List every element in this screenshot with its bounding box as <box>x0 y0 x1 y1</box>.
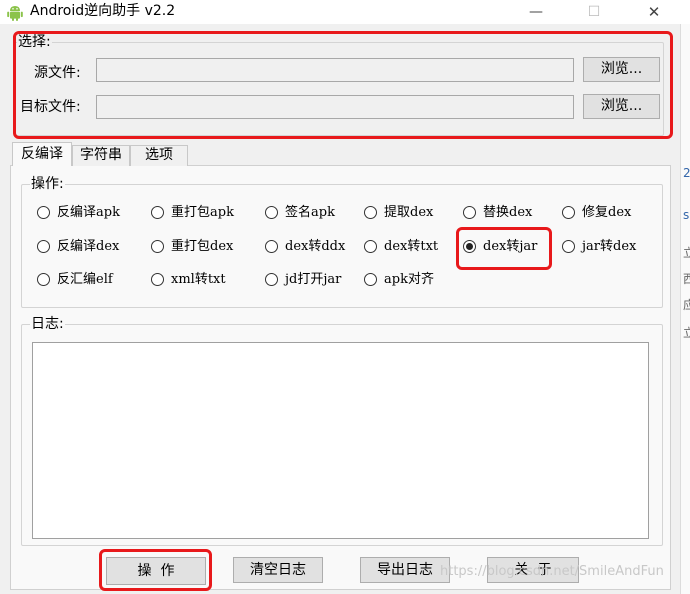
export-log-button[interactable]: 导出日志 <box>360 557 450 583</box>
radio-circle <box>562 240 575 253</box>
radio-apk-align[interactable]: apk对齐 <box>364 270 454 290</box>
select-groupbox <box>14 42 664 136</box>
radio-disassemble-elf[interactable]: 反汇编elf <box>37 270 137 290</box>
radio-replace-dex[interactable]: 替换dex <box>463 203 553 223</box>
radio-circle <box>562 206 575 219</box>
browse-target-label: 浏览... <box>600 98 643 114</box>
radio-label: 修复dex <box>582 205 632 220</box>
browse-target-button[interactable]: 浏览... <box>583 94 660 119</box>
radio-label: 提取dex <box>384 205 434 220</box>
radio-circle <box>37 240 50 253</box>
radio-decompile-apk[interactable]: 反编译apk <box>37 203 137 223</box>
strip-text: 应 <box>683 298 690 312</box>
source-file-input[interactable] <box>96 58 574 82</box>
radio-label: jar转dex <box>582 239 637 254</box>
strip-text: 西 <box>683 272 690 286</box>
radio-circle <box>265 206 278 219</box>
window-title: Android逆向助手 v2.2 <box>30 3 176 19</box>
radio-label: jd打开jar <box>285 272 342 287</box>
target-file-input[interactable] <box>96 95 574 119</box>
radio-circle <box>265 273 278 286</box>
operate-button[interactable]: 操 作 <box>106 557 206 585</box>
radio-circle <box>364 240 377 253</box>
clear-log-button[interactable]: 清空日志 <box>233 557 323 583</box>
radio-circle <box>151 240 164 253</box>
maximize-button[interactable]: ☐ <box>580 2 608 22</box>
radio-dex-to-jar[interactable]: dex转jar <box>463 237 553 257</box>
radio-label: 反编译dex <box>57 239 120 254</box>
radio-extract-dex[interactable]: 提取dex <box>364 203 454 223</box>
radio-circle <box>265 240 278 253</box>
operation-group-legend: 操作: <box>30 176 65 192</box>
browse-source-button[interactable]: 浏览... <box>583 57 660 82</box>
radio-jar-to-dex[interactable]: jar转dex <box>562 237 652 257</box>
radio-label: dex转txt <box>384 239 439 254</box>
watermark-text: https://blog.csdn.net/SmileAndFun <box>440 564 664 579</box>
android-icon <box>7 6 23 21</box>
radio-repair-dex[interactable]: 修复dex <box>562 203 652 223</box>
source-file-label: 源文件: <box>34 65 81 81</box>
radio-jd-open-jar[interactable]: jd打开jar <box>265 270 360 290</box>
radio-label: 反汇编elf <box>57 272 113 287</box>
radio-xml-to-txt[interactable]: xml转txt <box>151 270 251 290</box>
target-file-label: 目标文件: <box>20 99 81 115</box>
radio-label: 重打包dex <box>171 239 234 254</box>
radio-label: dex转jar <box>483 239 538 254</box>
radio-repack-dex[interactable]: 重打包dex <box>151 237 251 257</box>
tab-decompile[interactable]: 反编译 <box>12 142 72 166</box>
clear-log-button-label: 清空日志 <box>250 562 306 578</box>
radio-circle <box>151 206 164 219</box>
radio-dex-to-ddx[interactable]: dex转ddx <box>265 237 355 257</box>
radio-decompile-dex[interactable]: 反编译dex <box>37 237 137 257</box>
title-bar: Android逆向助手 v2.2 — ☐ ✕ <box>0 0 690 24</box>
radio-circle <box>364 273 377 286</box>
radio-label: dex转ddx <box>285 239 346 254</box>
radio-sign-apk[interactable]: 签名apk <box>265 203 355 223</box>
operate-button-label: 操 作 <box>137 563 175 579</box>
radio-dex-to-txt[interactable]: dex转txt <box>364 237 454 257</box>
log-group-legend: 日志: <box>30 316 65 332</box>
radio-repack-apk[interactable]: 重打包apk <box>151 203 251 223</box>
radio-circle <box>37 273 50 286</box>
radio-label: 反编译apk <box>57 205 120 220</box>
select-group-legend: 选择: <box>17 34 52 50</box>
browse-source-label: 浏览... <box>600 61 643 77</box>
radio-label: apk对齐 <box>384 272 434 287</box>
radio-label: 签名apk <box>285 205 335 220</box>
strip-text: 2 <box>683 166 690 180</box>
strip-text: s <box>683 208 690 222</box>
radio-circle <box>37 206 50 219</box>
radio-label: 替换dex <box>483 205 533 220</box>
radio-circle <box>463 206 476 219</box>
radio-circle <box>364 206 377 219</box>
strip-text: 立 <box>683 246 690 260</box>
close-button[interactable]: ✕ <box>640 2 668 22</box>
log-textarea[interactable] <box>32 342 649 539</box>
radio-label: 重打包apk <box>171 205 234 220</box>
tab-options[interactable]: 选项 <box>130 145 188 166</box>
export-log-button-label: 导出日志 <box>377 562 433 578</box>
radio-label: xml转txt <box>171 272 226 287</box>
tab-strings[interactable]: 字符串 <box>72 145 130 166</box>
minimize-button[interactable]: — <box>522 2 550 22</box>
strip-text: 立 <box>683 326 690 340</box>
radio-circle <box>151 273 164 286</box>
radio-circle-selected <box>463 240 476 253</box>
